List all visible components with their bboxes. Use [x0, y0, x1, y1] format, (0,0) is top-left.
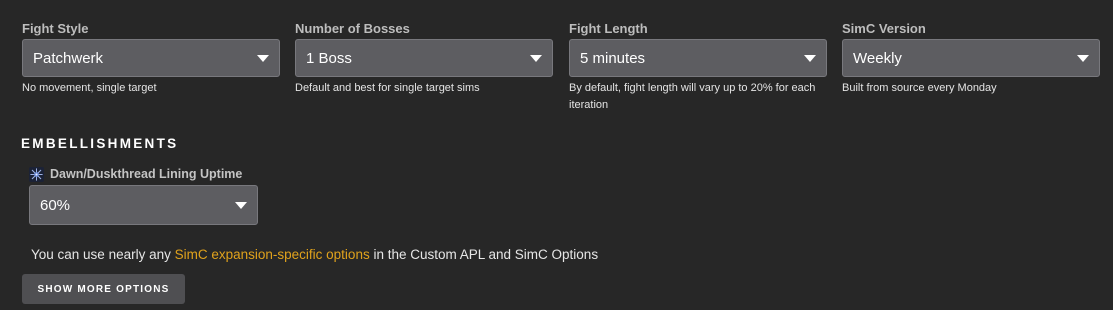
dawn-duskthread-lining-icon	[29, 166, 44, 182]
simc-expansion-options-link[interactable]: SimC expansion-specific options	[175, 247, 370, 262]
chevron-down-icon	[257, 55, 269, 62]
simc-version-select[interactable]: Weekly	[842, 39, 1100, 77]
fight-style-help: No movement, single target	[22, 82, 157, 94]
fight-style-select[interactable]: Patchwerk	[22, 39, 280, 77]
fight-style-label: Fight Style	[22, 21, 89, 36]
sim-options-panel: Fight Style Patchwerk No movement, singl…	[0, 0, 1113, 310]
simc-version-label: SimC Version	[842, 21, 926, 36]
number-of-bosses-field: Number of Bosses 1 Boss Default and best…	[295, 20, 553, 97]
show-more-options-button[interactable]: SHOW MORE OPTIONS	[22, 274, 185, 304]
custom-apl-info: You can use nearly any SimC expansion-sp…	[31, 247, 598, 262]
number-of-bosses-help: Default and best for single target sims	[295, 82, 480, 94]
fight-length-field: Fight Length 5 minutes By default, fight…	[569, 20, 827, 114]
fight-length-label: Fight Length	[569, 21, 648, 36]
dawn-duskthread-uptime-select[interactable]: 60%	[29, 185, 258, 225]
fight-style-field: Fight Style Patchwerk No movement, singl…	[22, 20, 280, 97]
number-of-bosses-value: 1 Boss	[306, 50, 352, 67]
chevron-down-icon	[235, 202, 247, 209]
simc-version-help: Built from source every Monday	[842, 82, 997, 94]
dawn-duskthread-lining-field: Dawn/Duskthread Lining Uptime 60%	[29, 165, 258, 225]
number-of-bosses-label: Number of Bosses	[295, 21, 410, 36]
fight-style-value: Patchwerk	[33, 50, 104, 67]
info-text-after: in the Custom APL and SimC Options	[369, 247, 599, 262]
chevron-down-icon	[1077, 55, 1089, 62]
dawn-duskthread-uptime-value: 60%	[40, 197, 71, 214]
info-text-before: You can use nearly any	[31, 247, 175, 262]
chevron-down-icon	[530, 55, 542, 62]
simc-version-field: SimC Version Weekly Built from source ev…	[842, 20, 1100, 97]
fight-length-select[interactable]: 5 minutes	[569, 39, 827, 77]
fight-length-help: By default, fight length will vary up to…	[569, 82, 816, 111]
dawn-duskthread-lining-label-row: Dawn/Duskthread Lining Uptime	[29, 165, 258, 183]
number-of-bosses-select[interactable]: 1 Boss	[295, 39, 553, 77]
simc-version-value: Weekly	[853, 50, 902, 67]
dawn-duskthread-lining-label: Dawn/Duskthread Lining Uptime	[50, 167, 243, 181]
chevron-down-icon	[804, 55, 816, 62]
fight-length-value: 5 minutes	[580, 50, 646, 67]
embellishments-heading: EMBELLISHMENTS	[21, 136, 179, 151]
